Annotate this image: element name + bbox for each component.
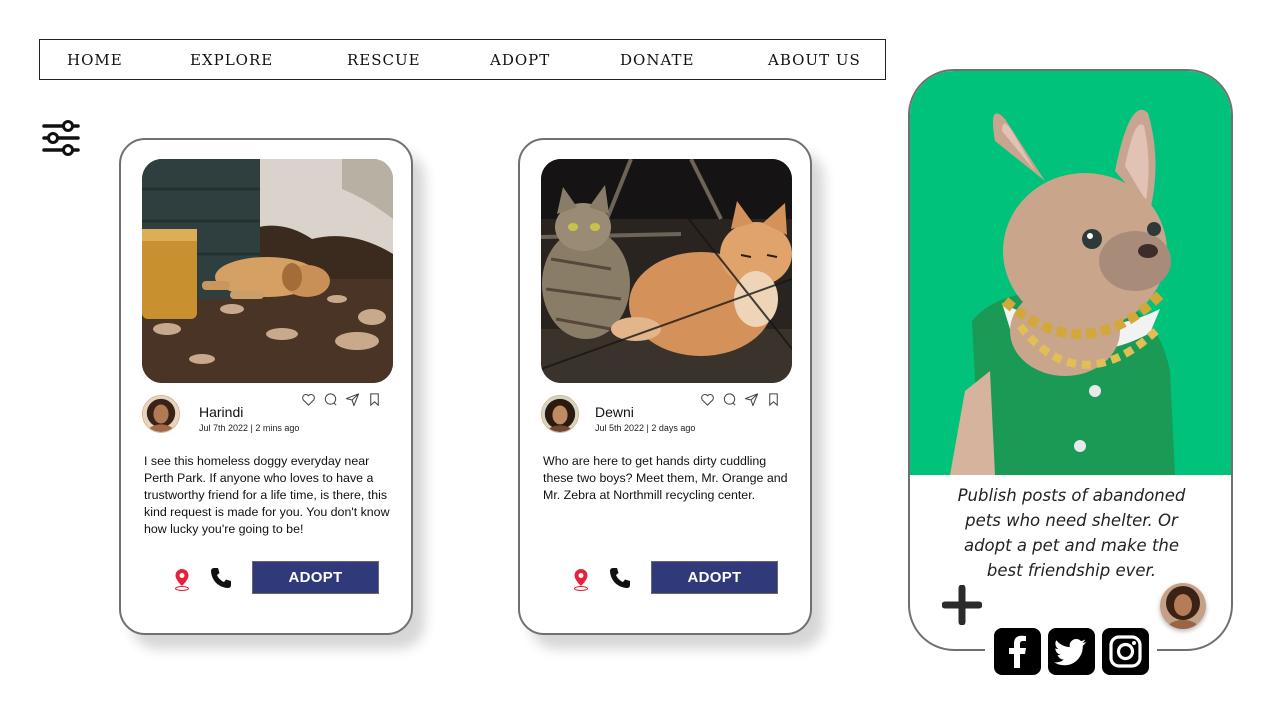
bookmark-icon[interactable] (367, 392, 382, 407)
avatar[interactable] (541, 395, 579, 433)
nav-donate[interactable]: DONATE (620, 51, 694, 69)
avatar[interactable] (142, 395, 180, 433)
send-icon[interactable] (744, 392, 759, 407)
facebook-icon[interactable] (994, 628, 1041, 675)
promo-tagline: Publish posts of abandoned pets who need… (957, 486, 1186, 580)
nav-home[interactable]: HOME (67, 51, 123, 69)
sliders-icon[interactable] (42, 118, 80, 158)
post-text: I see this homeless doggy everyday near … (144, 454, 390, 536)
send-icon[interactable] (345, 392, 360, 407)
post-photo-cats[interactable] (541, 159, 792, 383)
nav-explore[interactable]: EXPLORE (190, 51, 273, 69)
twitter-icon[interactable] (1048, 628, 1095, 675)
phone-icon[interactable] (608, 566, 632, 590)
promo-panel: Publish posts of abandoned pets who need… (908, 69, 1233, 651)
post-card: Dewni Jul 5th 2022 | 2 days ago Who are … (518, 138, 812, 635)
avatar[interactable] (1160, 583, 1206, 629)
adopt-button[interactable]: ADOPT (252, 561, 379, 594)
post-timestamp: Jul 7th 2022 | 2 mins ago (199, 423, 300, 433)
plus-icon[interactable] (941, 584, 983, 626)
phone-icon[interactable] (209, 566, 233, 590)
instagram-icon[interactable] (1102, 628, 1149, 675)
post-author[interactable]: Dewni (595, 404, 634, 420)
comment-icon[interactable] (722, 392, 737, 407)
post-photo-puppy[interactable] (142, 159, 393, 383)
top-nav: HOME EXPLORE RESCUE ADOPT DONATE ABOUT U… (39, 39, 886, 80)
location-pin-icon[interactable] (571, 568, 591, 592)
nav-about-us[interactable]: ABOUT US (768, 51, 861, 69)
nav-adopt[interactable]: ADOPT (490, 51, 550, 69)
comment-icon[interactable] (323, 392, 338, 407)
post-timestamp: Jul 5th 2022 | 2 days ago (595, 423, 696, 433)
location-pin-icon[interactable] (172, 568, 192, 592)
adopt-button[interactable]: ADOPT (651, 561, 778, 594)
nav-rescue[interactable]: RESCUE (347, 51, 421, 69)
promo-photo-bulldog (910, 71, 1231, 475)
heart-icon[interactable] (301, 392, 316, 407)
post-card: Harindi Jul 7th 2022 | 2 mins ago I see … (119, 138, 413, 635)
heart-icon[interactable] (700, 392, 715, 407)
post-text: Who are here to get hands dirty cuddling… (543, 454, 788, 502)
bookmark-icon[interactable] (766, 392, 781, 407)
post-author[interactable]: Harindi (199, 404, 243, 420)
